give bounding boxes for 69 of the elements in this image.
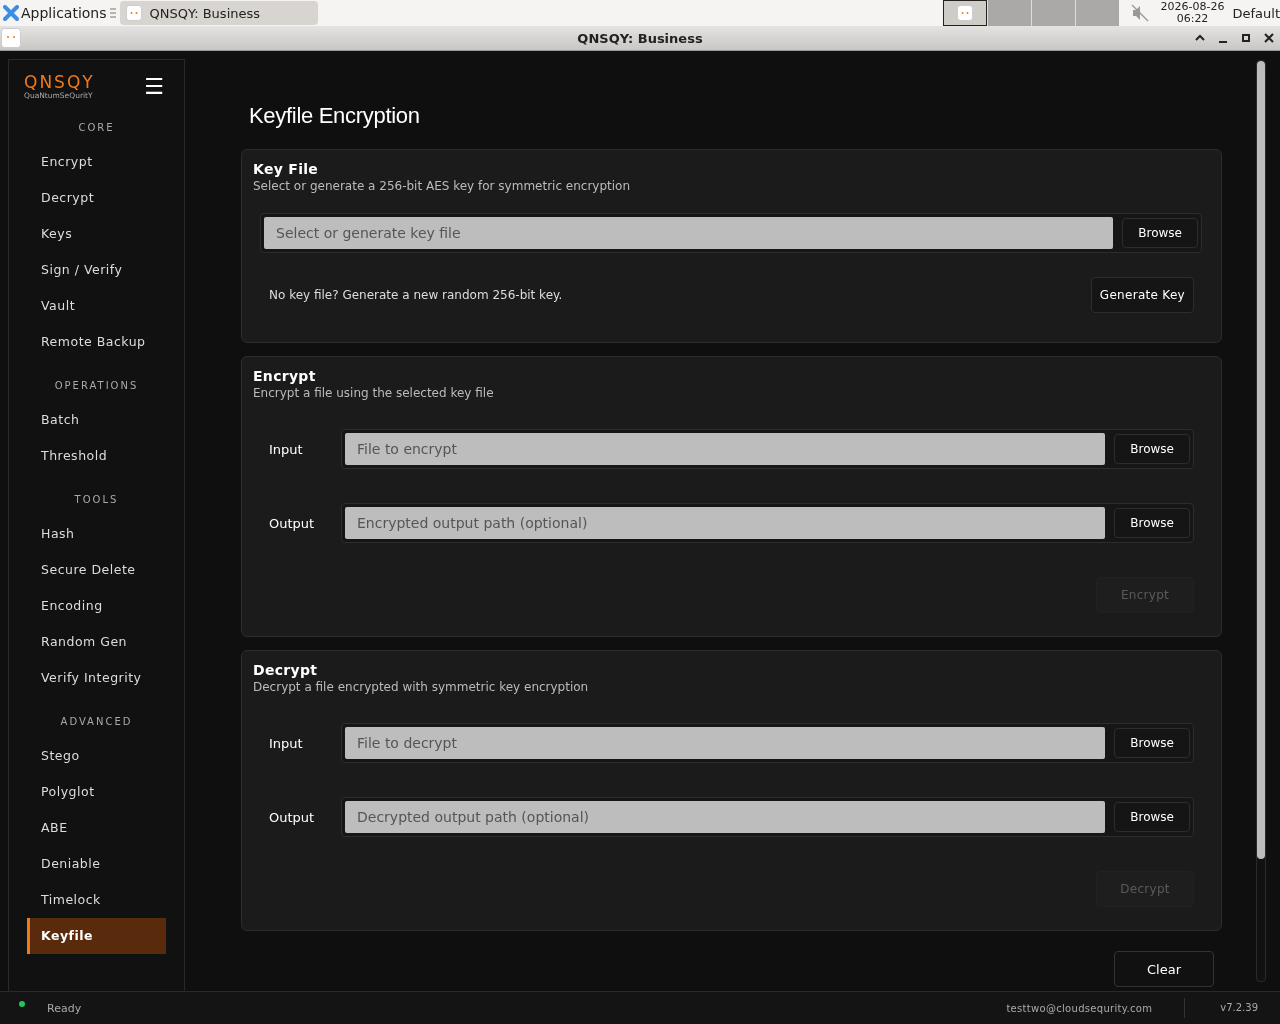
section-heading: ADVANCED (59, 715, 134, 729)
sidebar-item[interactable]: Timelock (27, 882, 166, 918)
card-title: Encrypt (253, 367, 317, 385)
sidebar-item[interactable]: Encoding (27, 588, 166, 624)
app-icon (1, 28, 21, 48)
sidebar-item[interactable]: Polyglot (27, 774, 166, 810)
input-field[interactable]: Decrypted output path (optional) (345, 801, 1106, 833)
sidebar-item[interactable]: Hash (27, 516, 166, 552)
input-field[interactable]: Select or generate key file (264, 217, 1114, 249)
browse-button[interactable]: Browse (1114, 508, 1190, 538)
browse-button[interactable]: Browse (1122, 218, 1198, 248)
card-title: Decrypt (253, 661, 319, 679)
hint-text: No key file? Generate a new random 256-bit key. (269, 288, 563, 302)
generate-key-button[interactable]: Generate Key (1090, 277, 1194, 313)
field-label: Output (269, 809, 316, 825)
close-icon[interactable] (1263, 32, 1275, 44)
sidebar-item[interactable]: Sign / Verify (27, 252, 166, 288)
sidebar-item[interactable]: Threshold (27, 438, 166, 474)
taskbar-button[interactable]: QNSQY: Business (119, 1, 318, 25)
section-heading: CORE (77, 121, 116, 135)
section-heading: TOOLS (73, 493, 120, 507)
card-subtitle: Select or generate a 256-bit AES key for symmetric encryption (253, 178, 632, 194)
logo: QNSQY (24, 73, 95, 91)
sidebar-item[interactable]: Secure Delete (27, 552, 166, 588)
field-label: Input (269, 441, 304, 457)
clear-button[interactable]: Clear (1114, 951, 1214, 987)
x-logo-icon (3, 5, 19, 21)
sidebar-item[interactable]: Encrypt (27, 144, 166, 180)
sidebar-item[interactable]: Keyfile (27, 918, 166, 954)
scrollbar[interactable] (1256, 60, 1266, 982)
status-dot (19, 1001, 25, 1007)
applications-menu[interactable]: Applications (0, 5, 110, 21)
app-icon (956, 5, 973, 21)
browse-button[interactable]: Browse (1114, 802, 1190, 832)
section-heading: OPERATIONS (53, 379, 140, 393)
sidebar-item[interactable]: Remote Backup (27, 324, 166, 360)
browse-button[interactable]: Browse (1114, 728, 1190, 758)
input-field[interactable]: Encrypted output path (optional) (345, 507, 1106, 539)
card-subtitle: Encrypt a file using the selected key file (253, 385, 495, 401)
workspace-button[interactable] (942, 0, 987, 26)
maximize-icon[interactable] (1240, 32, 1252, 44)
card-title: Key File (253, 160, 320, 178)
sidebar-item[interactable]: Batch (27, 402, 166, 438)
page-title: Keyfile Encryption (249, 103, 421, 129)
grip-icon (109, 7, 116, 19)
sidebar-item[interactable]: Deniable (27, 846, 166, 882)
field-label: Input (269, 735, 304, 751)
user-email: testtwo@cloudsequrity.com (1006, 1002, 1153, 1014)
muted-speaker-icon[interactable] (1130, 4, 1149, 22)
status-text: Ready (47, 1001, 82, 1015)
field-label: Output (269, 515, 316, 531)
sidebar-item[interactable]: ABE (27, 810, 166, 846)
version-label: v7.2.39 (1184, 998, 1258, 1018)
sidebar-item[interactable]: Stego (27, 738, 166, 774)
input-field[interactable]: File to decrypt (345, 727, 1106, 759)
input-field[interactable]: File to encrypt (345, 433, 1106, 465)
clock-date: 2026-08-26 (1160, 1, 1225, 13)
sidebar-item[interactable]: Keys (27, 216, 166, 252)
card-subtitle: Decrypt a file encrypted with symmetric key encryption (253, 679, 590, 695)
browse-button[interactable]: Browse (1114, 434, 1190, 464)
keyboard-layout[interactable]: Default (1232, 5, 1280, 21)
sidebar-item[interactable]: Random Gen (27, 624, 166, 660)
sidebar-item[interactable]: Verify Integrity (27, 660, 166, 696)
menu-icon[interactable]: ☰ (144, 75, 164, 99)
app-icon (125, 5, 142, 21)
window-title: QNSQY: Business (577, 30, 703, 46)
sidebar-item[interactable]: Decrypt (27, 180, 166, 216)
sidebar-item[interactable]: Vault (27, 288, 166, 324)
clock-time: 06:22 (1176, 13, 1209, 25)
